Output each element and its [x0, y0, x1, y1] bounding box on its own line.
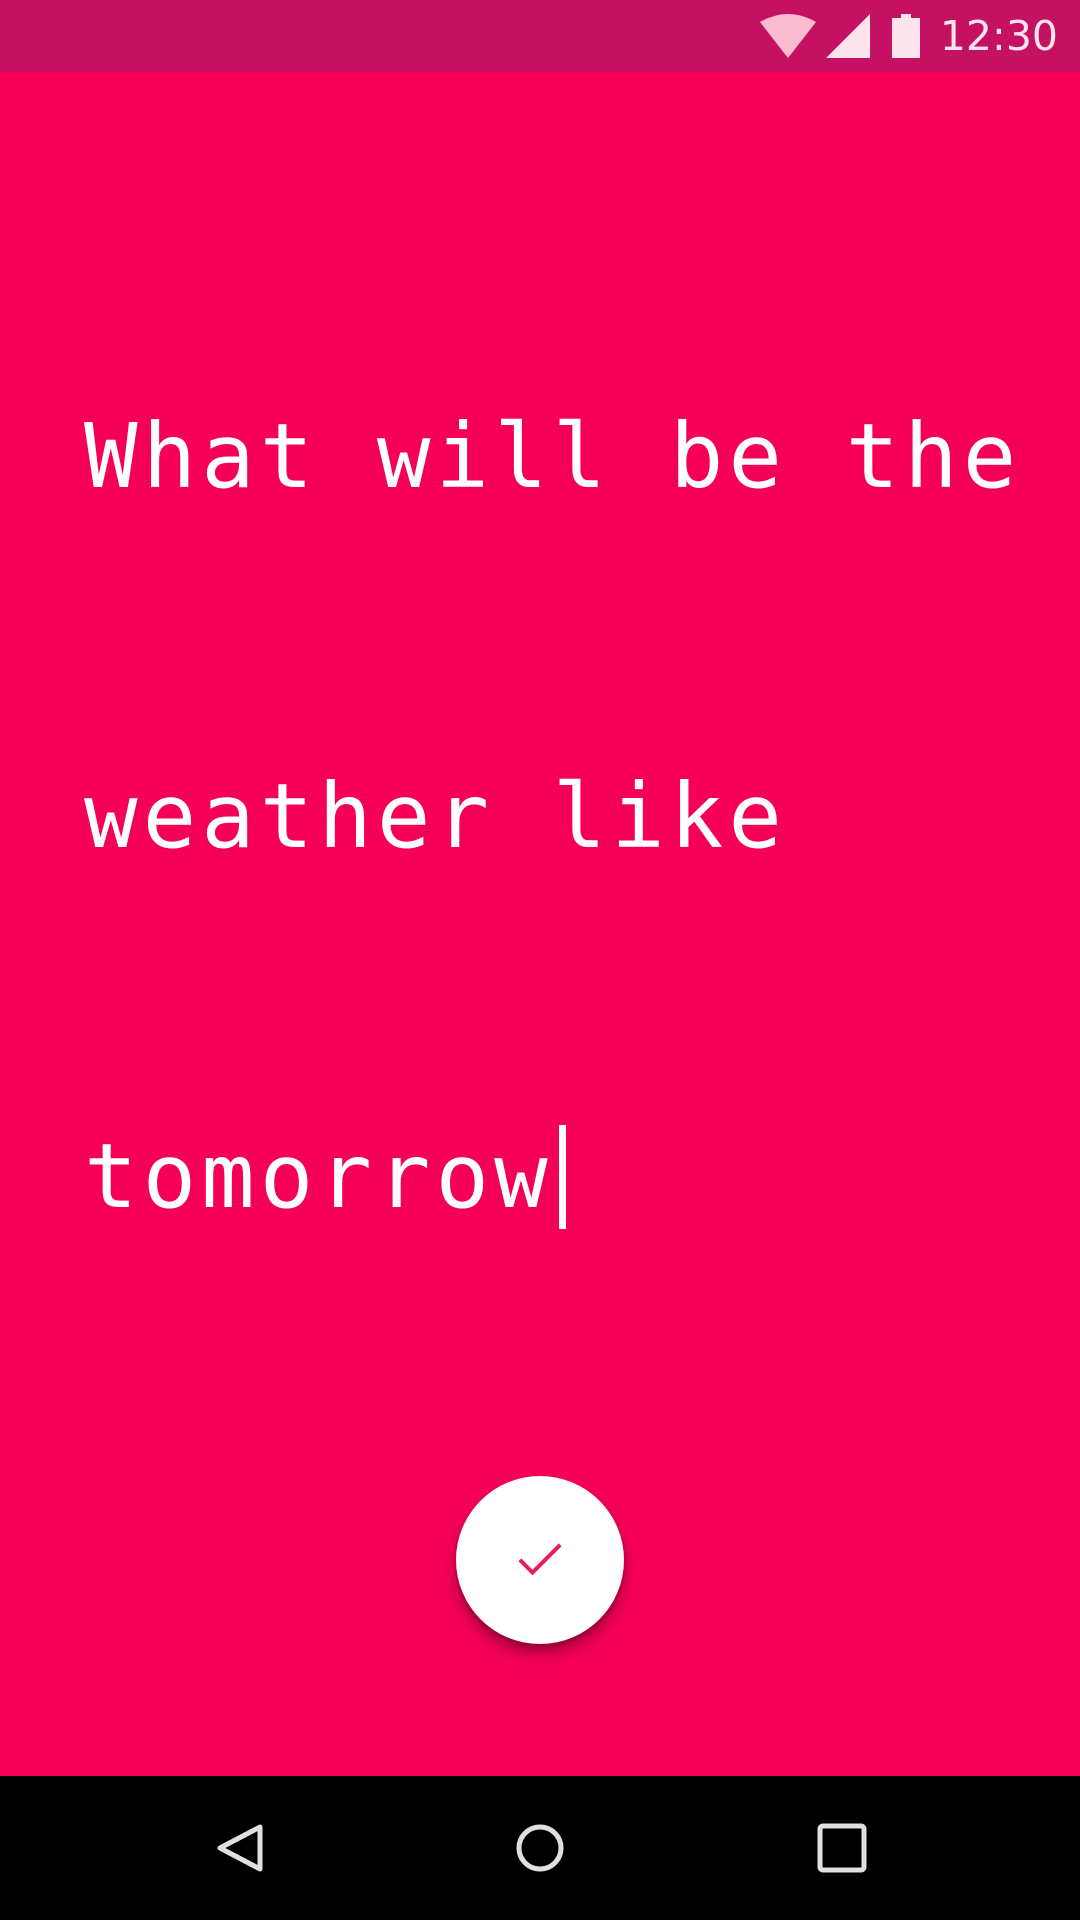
- navigation-bar: [0, 1776, 1080, 1920]
- text-line-last: tomorrow: [84, 1116, 1014, 1236]
- back-icon: [217, 1824, 263, 1872]
- wifi-icon: [759, 14, 816, 58]
- check-icon: [518, 1543, 562, 1576]
- status-bar: 12:30: [0, 0, 1080, 72]
- signal-icon: [825, 14, 870, 58]
- note-text-input[interactable]: What will be the weather like tomorrow: [84, 156, 1022, 1476]
- home-button[interactable]: [450, 1776, 630, 1920]
- text-line-content: tomorrow: [84, 1124, 553, 1228]
- home-icon: [516, 1824, 564, 1872]
- confirm-button[interactable]: [456, 1476, 624, 1644]
- battery-icon: [891, 14, 920, 58]
- text-cursor: [558, 1125, 566, 1229]
- back-button[interactable]: [150, 1776, 330, 1920]
- clock: 12:30: [939, 12, 1058, 60]
- recents-button[interactable]: [752, 1776, 932, 1920]
- screen: 12:30 What will be the weather like tomo…: [0, 0, 1080, 1920]
- text-line: weather like: [84, 764, 787, 868]
- recents-icon: [817, 1823, 867, 1873]
- text-line: What will be the: [84, 404, 1022, 508]
- status-icons: 12:30: [759, 0, 1080, 72]
